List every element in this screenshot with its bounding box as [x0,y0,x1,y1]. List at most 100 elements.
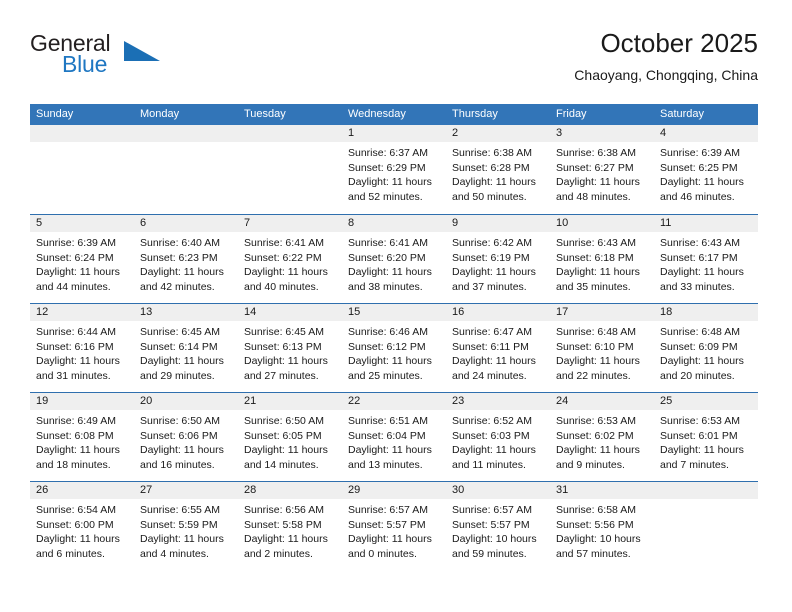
day-details [238,142,342,146]
logo-triangle-icon [124,41,160,61]
day-detail-line: and 16 minutes. [140,458,215,471]
calendar-day-cell[interactable]: 27 Sunrise: 6:55 AM Sunset: 5:59 PM Dayligh… [134,482,238,570]
day-number: 14 [238,304,342,321]
calendar-day-cell[interactable]: 21 Sunrise: 6:50 AM Sunset: 6:05 PM Dayligh… [238,393,342,481]
calendar-day-cell[interactable]: 7 Sunrise: 6:41 AM Sunset: 6:22 PM Daylight… [238,215,342,303]
day-detail-line: and 52 minutes. [348,190,423,203]
calendar-day-cell[interactable]: 20 Sunrise: 6:50 AM Sunset: 6:06 PM Dayligh… [134,393,238,481]
calendar-day-cell[interactable]: 23 Sunrise: 6:52 AM Sunset: 6:03 PM Dayligh… [446,393,550,481]
day-number: 3 [550,125,654,142]
logo-text-blue: Blue [62,51,108,77]
day-number: 8 [342,215,446,232]
day-detail-line: Sunset: 5:59 PM [140,518,218,531]
day-detail-line: Daylight: 11 hours [348,266,432,279]
day-detail-line: and 48 minutes. [556,190,631,203]
day-details: Sunrise: 6:39 AM Sunset: 6:25 PM Daylight:… [654,142,758,204]
calendar-day-cell[interactable]: 16 Sunrise: 6:47 AM Sunset: 6:11 PM Dayligh… [446,304,550,392]
day-detail-line: Sunrise: 6:41 AM [244,237,324,249]
day-detail-line: Sunset: 6:19 PM [452,251,530,264]
calendar-day-cell[interactable]: 12 Sunrise: 6:44 AM Sunset: 6:16 PM Dayligh… [30,304,134,392]
day-number: 22 [342,393,446,410]
day-details [30,142,134,146]
day-detail-line: and 14 minutes. [244,458,319,471]
day-detail-line: Sunset: 6:22 PM [244,251,322,264]
day-number: 17 [550,304,654,321]
calendar-day-cell[interactable]: 10 Sunrise: 6:43 AM Sunset: 6:18 PM Dayligh… [550,215,654,303]
calendar-day-cell[interactable]: 31 Sunrise: 6:58 AM Sunset: 5:56 PM Dayligh… [550,482,654,570]
day-detail-line: and 37 minutes. [452,280,527,293]
calendar-day-cell[interactable]: 3 Sunrise: 6:38 AM Sunset: 6:27 PM Daylight… [550,125,654,214]
day-details: Sunrise: 6:53 AM Sunset: 6:01 PM Daylight:… [654,410,758,472]
day-details: Sunrise: 6:57 AM Sunset: 5:57 PM Daylight:… [342,499,446,561]
day-number [238,125,342,142]
day-detail-line: and 27 minutes. [244,369,319,382]
calendar-day-cell[interactable]: 4 Sunrise: 6:39 AM Sunset: 6:25 PM Daylight… [654,125,758,214]
day-detail-line: Sunset: 6:01 PM [660,429,738,442]
calendar-cell-empty [238,125,342,214]
day-detail-line: and 13 minutes. [348,458,423,471]
page-header: General Blue October 2025 Chaoyang, Chon… [30,28,758,100]
day-number: 12 [30,304,134,321]
calendar-day-cell[interactable]: 15 Sunrise: 6:46 AM Sunset: 6:12 PM Dayligh… [342,304,446,392]
day-detail-line: Daylight: 11 hours [452,444,536,457]
day-detail-line: and 2 minutes. [244,547,313,560]
calendar-day-cell[interactable]: 9 Sunrise: 6:42 AM Sunset: 6:19 PM Daylight… [446,215,550,303]
day-detail-line: and 18 minutes. [36,458,111,471]
day-detail-line: Sunset: 6:20 PM [348,251,426,264]
calendar-day-cell[interactable]: 17 Sunrise: 6:48 AM Sunset: 6:10 PM Dayligh… [550,304,654,392]
weekday-header-saturday: Saturday [660,108,705,120]
day-detail-line: and 25 minutes. [348,369,423,382]
day-details: Sunrise: 6:40 AM Sunset: 6:23 PM Daylight:… [134,232,238,294]
calendar-day-cell[interactable]: 26 Sunrise: 6:54 AM Sunset: 6:00 PM Dayligh… [30,482,134,570]
calendar-week-row: 26 Sunrise: 6:54 AM Sunset: 6:00 PM Dayligh… [30,481,758,570]
calendar-day-cell[interactable]: 5 Sunrise: 6:39 AM Sunset: 6:24 PM Daylight… [30,215,134,303]
day-detail-line: Sunrise: 6:48 AM [660,326,740,338]
calendar-day-cell[interactable]: 2 Sunrise: 6:38 AM Sunset: 6:28 PM Daylight… [446,125,550,214]
calendar-day-cell[interactable]: 1 Sunrise: 6:37 AM Sunset: 6:29 PM Daylight… [342,125,446,214]
day-detail-line: Sunrise: 6:53 AM [556,415,636,427]
calendar-day-cell[interactable]: 6 Sunrise: 6:40 AM Sunset: 6:23 PM Daylight… [134,215,238,303]
calendar-day-cell[interactable]: 22 Sunrise: 6:51 AM Sunset: 6:04 PM Dayligh… [342,393,446,481]
calendar-day-cell[interactable]: 29 Sunrise: 6:57 AM Sunset: 5:57 PM Dayligh… [342,482,446,570]
day-number: 6 [134,215,238,232]
day-details: Sunrise: 6:42 AM Sunset: 6:19 PM Daylight:… [446,232,550,294]
day-detail-line: Daylight: 11 hours [348,176,432,189]
calendar-day-cell[interactable]: 28 Sunrise: 6:56 AM Sunset: 5:58 PM Dayligh… [238,482,342,570]
day-detail-line: and 59 minutes. [452,547,527,560]
calendar-day-cell[interactable]: 11 Sunrise: 6:43 AM Sunset: 6:17 PM Dayligh… [654,215,758,303]
calendar-day-cell[interactable]: 25 Sunrise: 6:53 AM Sunset: 6:01 PM Dayligh… [654,393,758,481]
day-detail-line: Sunset: 6:29 PM [348,161,426,174]
day-detail-line: Sunset: 6:09 PM [660,340,738,353]
day-detail-line: Sunset: 5:57 PM [452,518,530,531]
calendar-day-cell[interactable]: 30 Sunrise: 6:57 AM Sunset: 5:57 PM Dayligh… [446,482,550,570]
day-details: Sunrise: 6:43 AM Sunset: 6:17 PM Daylight:… [654,232,758,294]
day-detail-line: and 29 minutes. [140,369,215,382]
day-details: Sunrise: 6:50 AM Sunset: 6:05 PM Daylight:… [238,410,342,472]
day-details: Sunrise: 6:45 AM Sunset: 6:14 PM Daylight:… [134,321,238,383]
page-title: October 2025 [600,28,758,58]
calendar-weeks: 1 Sunrise: 6:37 AM Sunset: 6:29 PM Daylight… [30,125,758,570]
day-details: Sunrise: 6:58 AM Sunset: 5:56 PM Daylight:… [550,499,654,561]
day-detail-line: and 22 minutes. [556,369,631,382]
calendar-day-cell[interactable]: 8 Sunrise: 6:41 AM Sunset: 6:20 PM Daylight… [342,215,446,303]
day-detail-line: Daylight: 11 hours [36,444,120,457]
calendar-day-cell[interactable]: 13 Sunrise: 6:45 AM Sunset: 6:14 PM Dayligh… [134,304,238,392]
day-detail-line: Daylight: 11 hours [348,533,432,546]
day-number: 25 [654,393,758,410]
calendar-day-cell[interactable]: 18 Sunrise: 6:48 AM Sunset: 6:09 PM Dayligh… [654,304,758,392]
day-number: 24 [550,393,654,410]
page-subtitle: Chaoyang, Chongqing, China [574,67,758,83]
day-detail-line: Sunset: 6:14 PM [140,340,218,353]
calendar-day-cell[interactable]: 24 Sunrise: 6:53 AM Sunset: 6:02 PM Dayligh… [550,393,654,481]
day-detail-line: and 33 minutes. [660,280,735,293]
day-detail-line: Sunrise: 6:49 AM [36,415,116,427]
calendar-day-cell[interactable]: 14 Sunrise: 6:45 AM Sunset: 6:13 PM Dayligh… [238,304,342,392]
calendar-grid: Sunday Monday Tuesday Wednesday Thursday Frid… [30,104,758,570]
day-detail-line: Sunset: 6:13 PM [244,340,322,353]
day-detail-line: and 6 minutes. [36,547,105,560]
calendar-day-cell[interactable]: 19 Sunrise: 6:49 AM Sunset: 6:08 PM Dayligh… [30,393,134,481]
day-detail-line: Daylight: 11 hours [556,355,640,368]
day-detail-line: Sunrise: 6:41 AM [348,237,428,249]
day-number: 15 [342,304,446,321]
day-details: Sunrise: 6:56 AM Sunset: 5:58 PM Daylight:… [238,499,342,561]
